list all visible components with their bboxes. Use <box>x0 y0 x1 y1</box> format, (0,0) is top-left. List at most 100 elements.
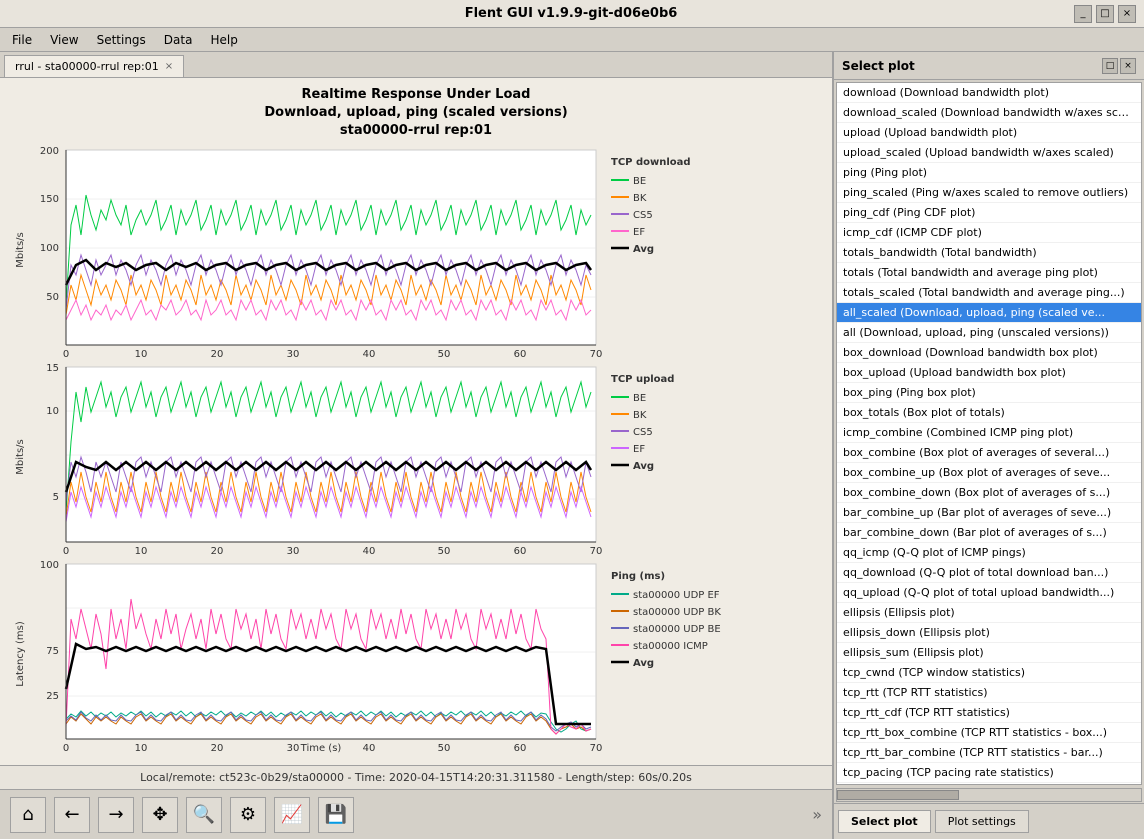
plot-list-item[interactable]: ping_cdf (Ping CDF plot) <box>837 203 1141 223</box>
menu-view[interactable]: View <box>42 31 86 49</box>
plot-list-item[interactable]: tcp_rtt_cdf (TCP RTT statistics) <box>837 703 1141 723</box>
svg-text:50: 50 <box>438 546 451 557</box>
chart-title: Realtime Response Under Load Download, u… <box>264 86 567 141</box>
plot-list-item[interactable]: box_ping (Ping box plot) <box>837 383 1141 403</box>
plot-list-item[interactable]: box_upload (Upload bandwidth box plot) <box>837 363 1141 383</box>
charts-container: 200 150 100 50 0 10 20 30 40 50 60 70 Mb… <box>0 145 832 765</box>
svg-text:50: 50 <box>438 743 451 754</box>
download-chart: 200 150 100 50 0 10 20 30 40 50 60 70 Mb… <box>10 145 822 360</box>
svg-text:BK: BK <box>633 410 647 421</box>
plot-list-item[interactable]: download (Download bandwidth plot) <box>837 83 1141 103</box>
plot-list-item[interactable]: ellipsis_sum (Ellipsis plot) <box>837 643 1141 663</box>
svg-text:25: 25 <box>46 691 59 702</box>
plot-list-item[interactable]: totals_bandwidth (Total bandwidth) <box>837 243 1141 263</box>
back-button[interactable]: ← <box>54 797 90 833</box>
zoom-button[interactable]: 🔍 <box>186 797 222 833</box>
plot-list-item[interactable]: icmp_combine (Combined ICMP ping plot) <box>837 423 1141 443</box>
svg-text:CS5: CS5 <box>633 210 653 221</box>
plot-list-item[interactable]: box_download (Download bandwidth box plo… <box>837 343 1141 363</box>
plot-list-item[interactable]: ellipsis_down (Ellipsis plot) <box>837 623 1141 643</box>
status-bar: Local/remote: ct523c-0b29/sta00000 - Tim… <box>0 765 832 789</box>
right-panel-restore[interactable]: □ <box>1102 58 1118 74</box>
plot-list-item[interactable]: totals_scaled (Total bandwidth and avera… <box>837 283 1141 303</box>
menu-settings[interactable]: Settings <box>89 31 154 49</box>
svg-text:Ping (ms): Ping (ms) <box>611 571 665 582</box>
app-title: Flent GUI v1.9.9-git-d06e0b6 <box>68 6 1074 21</box>
menu-data[interactable]: Data <box>156 31 201 49</box>
tab-select-plot[interactable]: Select plot <box>838 810 931 833</box>
save-button[interactable]: 💾 <box>318 797 354 833</box>
plot-list-item[interactable]: qq_icmp (Q-Q plot of ICMP pings) <box>837 543 1141 563</box>
menu-help[interactable]: Help <box>202 31 245 49</box>
svg-text:50: 50 <box>46 292 59 303</box>
plot-list-item[interactable]: upload_scaled (Upload bandwidth w/axes s… <box>837 143 1141 163</box>
plot-list-item[interactable]: tcp_cwnd (TCP window statistics) <box>837 663 1141 683</box>
plot-list-item[interactable]: tcp_rtt (TCP RTT statistics) <box>837 683 1141 703</box>
svg-text:70: 70 <box>590 743 603 754</box>
home-button[interactable]: ⌂ <box>10 797 46 833</box>
plot-list-item[interactable]: all_scaled (Download, upload, ping (scal… <box>837 303 1141 323</box>
svg-text:5: 5 <box>53 492 59 503</box>
plot-list-item[interactable]: ellipsis (Ellipsis plot) <box>837 603 1141 623</box>
plot-list-item[interactable]: qq_download (Q-Q plot of total download … <box>837 563 1141 583</box>
svg-text:30: 30 <box>287 743 300 754</box>
plot-list-item[interactable]: icmp_cdf (ICMP CDF plot) <box>837 223 1141 243</box>
close-button[interactable]: × <box>1118 5 1136 23</box>
right-panel-title: Select plot <box>842 59 915 73</box>
plot-list-item[interactable]: qq_upload (Q-Q plot of total upload band… <box>837 583 1141 603</box>
expand-button[interactable]: » <box>812 805 822 824</box>
svg-text:BK: BK <box>633 193 647 204</box>
forward-button[interactable]: → <box>98 797 134 833</box>
plot-list-item[interactable]: box_combine (Box plot of averages of sev… <box>837 443 1141 463</box>
svg-text:70: 70 <box>590 349 603 360</box>
plot-list-item[interactable]: totals (Total bandwidth and average ping… <box>837 263 1141 283</box>
right-panel-controls[interactable]: □ × <box>1102 58 1136 74</box>
svg-text:Avg: Avg <box>633 461 654 472</box>
left-panel: rrul - sta00000-rrul rep:01 × Realtime R… <box>0 52 834 839</box>
svg-text:10: 10 <box>135 546 148 557</box>
tabbar: rrul - sta00000-rrul rep:01 × <box>0 52 832 78</box>
plot-list-item[interactable]: box_combine_down (Box plot of averages o… <box>837 483 1141 503</box>
move-button[interactable]: ✥ <box>142 797 178 833</box>
svg-text:Latency (ms): Latency (ms) <box>15 621 26 687</box>
svg-text:200: 200 <box>40 146 59 157</box>
settings-button[interactable]: ⚙ <box>230 797 266 833</box>
horizontal-scrollbar[interactable] <box>836 788 1142 802</box>
menu-file[interactable]: File <box>4 31 40 49</box>
plot-list-item[interactable]: bar_combine_down (Bar plot of averages o… <box>837 523 1141 543</box>
scrollbar-thumb[interactable] <box>837 790 959 800</box>
svg-text:TCP upload: TCP upload <box>611 374 674 385</box>
plot-list-item[interactable]: tcp_rtt_bar_combine (TCP RTT statistics … <box>837 743 1141 763</box>
chart-button[interactable]: 📈 <box>274 797 310 833</box>
svg-text:10: 10 <box>46 406 59 417</box>
plot-list-item[interactable]: box_combine_up (Box plot of averages of … <box>837 463 1141 483</box>
plot-list-item[interactable]: all (Download, upload, ping (unscaled ve… <box>837 323 1141 343</box>
window-controls[interactable]: _ □ × <box>1074 5 1136 23</box>
main-tab[interactable]: rrul - sta00000-rrul rep:01 × <box>4 55 184 77</box>
plot-list-item[interactable]: bar_combine_up (Bar plot of averages of … <box>837 503 1141 523</box>
svg-text:0: 0 <box>63 743 69 754</box>
plot-list-item[interactable]: ping (Ping plot) <box>837 163 1141 183</box>
upload-chart: 15 10 5 0 10 20 30 40 50 60 70 Mbits/s <box>10 362 822 557</box>
svg-text:CS5: CS5 <box>633 427 653 438</box>
tab-plot-settings[interactable]: Plot settings <box>935 810 1029 833</box>
svg-text:70: 70 <box>590 546 603 557</box>
svg-text:60: 60 <box>514 349 527 360</box>
svg-text:10: 10 <box>135 349 148 360</box>
svg-text:40: 40 <box>363 743 376 754</box>
svg-text:BE: BE <box>633 393 646 404</box>
minimize-button[interactable]: _ <box>1074 5 1092 23</box>
maximize-button[interactable]: □ <box>1096 5 1114 23</box>
plot-list-item[interactable]: box_totals (Box plot of totals) <box>837 403 1141 423</box>
plot-list-item[interactable]: tcp_rtt_box_combine (TCP RTT statistics … <box>837 723 1141 743</box>
svg-text:BE: BE <box>633 176 646 187</box>
plot-list-item[interactable]: ping_scaled (Ping w/axes scaled to remov… <box>837 183 1141 203</box>
plot-list-item[interactable]: upload (Upload bandwidth plot) <box>837 123 1141 143</box>
chart-area: Realtime Response Under Load Download, u… <box>0 78 832 765</box>
plot-list-item[interactable]: download_scaled (Download bandwidth w/ax… <box>837 103 1141 123</box>
svg-text:EF: EF <box>633 444 645 455</box>
right-panel-close[interactable]: × <box>1120 58 1136 74</box>
plot-list-item[interactable]: tcp_pacing (TCP pacing rate statistics) <box>837 763 1141 783</box>
tab-close-button[interactable]: × <box>165 61 173 72</box>
menubar: File View Settings Data Help <box>0 28 1144 52</box>
